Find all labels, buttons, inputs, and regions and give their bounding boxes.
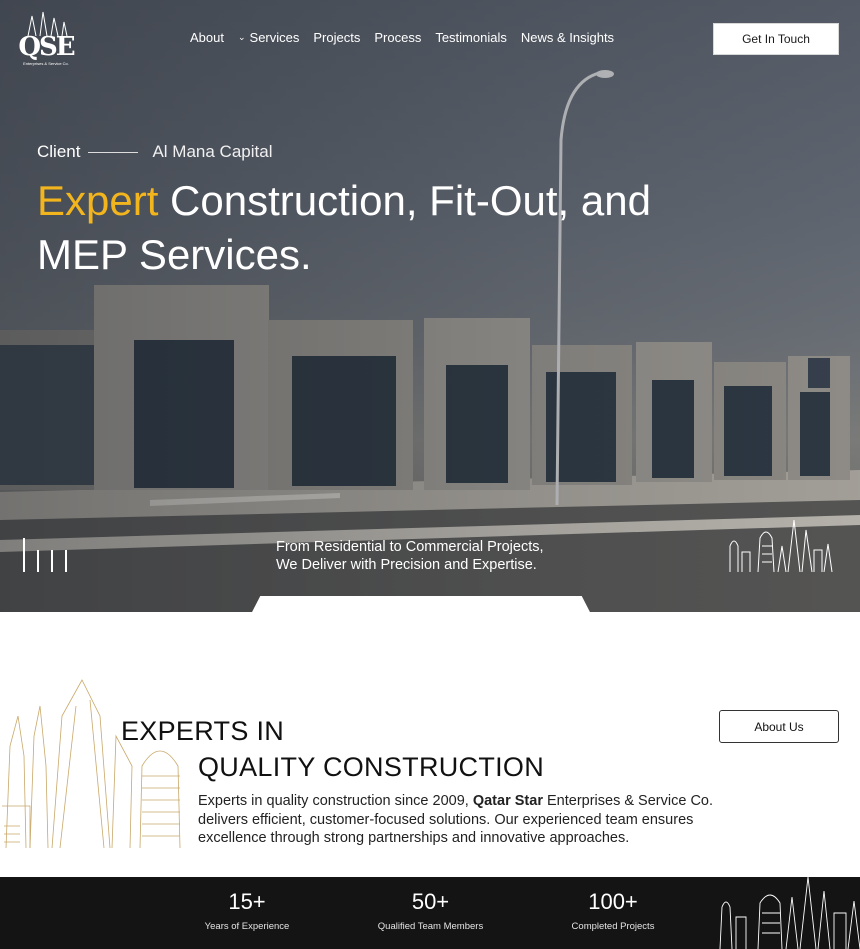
- stat-projects: 100+ Completed Projects: [563, 889, 663, 932]
- nav-item-about[interactable]: About: [190, 30, 224, 45]
- stat-label: Years of Experience: [204, 921, 290, 932]
- nav-item-label: About: [190, 30, 224, 45]
- nav-item-projects[interactable]: Projects: [313, 30, 360, 45]
- slide-indicator-bar[interactable]: [23, 538, 25, 572]
- slide-indicator-bar[interactable]: [37, 550, 39, 572]
- nav-item-label: Process: [374, 30, 422, 45]
- get-in-touch-button[interactable]: Get In Touch: [713, 23, 839, 55]
- hero-title-accent: Expert: [37, 177, 159, 224]
- client-divider: [88, 151, 139, 153]
- stat-label: Completed Projects: [571, 921, 655, 932]
- hero-title: Expert Construction, Fit-Out, and MEP Se…: [37, 174, 677, 282]
- hero-section: QSE Enterprises & Service Co. About ⌄ Ser…: [0, 0, 860, 612]
- stat-value: 100+: [588, 889, 638, 914]
- hero-tagline-line2: We Deliver with Precision and Expertise.: [276, 557, 537, 573]
- nav-item-label: Testimonials: [435, 30, 507, 45]
- about-description: Experts in quality construction since 20…: [198, 792, 738, 848]
- nav-item-news[interactable]: News & Insights: [521, 30, 614, 45]
- stats-bar: 15+ Years of Experience 50+ Qualified Te…: [0, 877, 860, 949]
- skyline-icon: [729, 519, 833, 572]
- client-line: Client Al Mana Capital: [37, 142, 272, 162]
- about-us-button[interactable]: About Us: [719, 710, 839, 743]
- stat-value: 50+: [411, 889, 450, 914]
- nav-item-label: Projects: [313, 30, 361, 45]
- nav-item-process[interactable]: Process: [374, 30, 421, 45]
- about-text-part1: Experts in quality construction since 20…: [198, 793, 473, 809]
- stat-years: 15+ Years of Experience: [197, 889, 297, 932]
- stat-value: 15+: [228, 889, 266, 914]
- logo-wordmark: QSE: [18, 32, 75, 62]
- nav-item-testimonials[interactable]: Testimonials: [435, 30, 507, 45]
- client-name: Al Mana Capital: [152, 142, 273, 161]
- skyline-icon: [719, 877, 860, 949]
- main-nav: About ⌄ Services Projects Process Testimo…: [190, 30, 628, 45]
- stat-label: Qualified Team Members: [377, 921, 484, 932]
- hero-bottom-tab: [250, 596, 592, 612]
- nav-item-label: Services: [249, 30, 300, 45]
- nav-item-label: News & Insights: [520, 30, 615, 45]
- slide-indicator-bar[interactable]: [51, 550, 53, 572]
- stat-team: 50+ Qualified Team Members: [368, 889, 493, 932]
- client-label: Client: [37, 142, 81, 161]
- hero-tagline-line1: From Residential to Commercial Projects,: [276, 539, 544, 555]
- slide-indicator[interactable]: [23, 538, 68, 572]
- brand-logo[interactable]: QSE Enterprises & Service Co.: [18, 10, 76, 70]
- chevron-down-icon: ⌄: [237, 32, 246, 42]
- slide-indicator-bar[interactable]: [65, 550, 67, 572]
- about-heading-line2: QUALITY CONSTRUCTION: [198, 752, 545, 782]
- skyline-illustration-icon: [2, 679, 181, 848]
- about-heading-line1: EXPERTS IN: [121, 716, 285, 746]
- about-text-company: Qatar Star: [472, 793, 543, 809]
- nav-item-services[interactable]: ⌄ Services: [238, 30, 299, 45]
- logo-subtitle: Enterprises & Service Co.: [23, 61, 69, 66]
- hero-tagline: From Residential to Commercial Projects,…: [276, 538, 606, 574]
